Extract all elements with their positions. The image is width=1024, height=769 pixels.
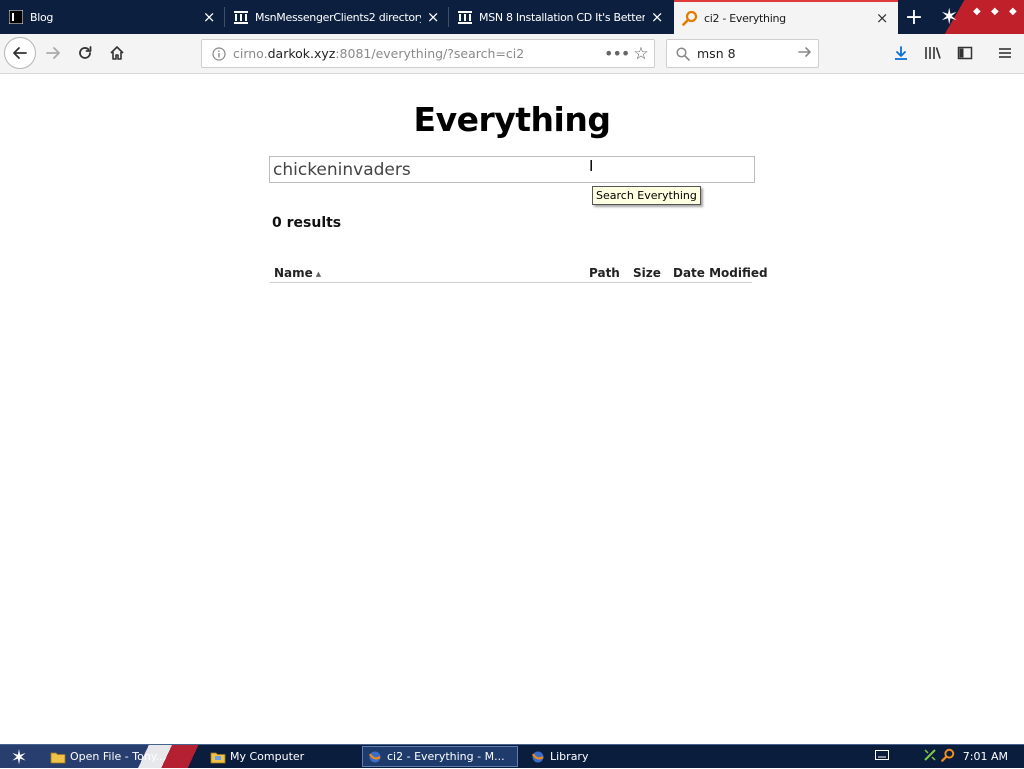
column-header-name[interactable]: Name ▲ <box>274 266 321 280</box>
download-arrow-icon <box>895 46 907 60</box>
reload-button[interactable] <box>70 38 100 68</box>
site-info-icon[interactable] <box>208 46 230 61</box>
firefox-icon <box>369 751 381 762</box>
sidebar-icon <box>957 46 973 60</box>
tab-label: ci2 - Everything <box>704 11 786 25</box>
network-tray-icon[interactable] <box>923 748 937 765</box>
taskbar-item-label: My Computer <box>230 750 305 763</box>
address-bar[interactable]: cirno.darkok.xyz:8081/everything/?search… <box>201 39 655 68</box>
blog-favicon-icon <box>8 9 24 25</box>
search-input[interactable] <box>269 156 755 183</box>
pin-icon: ◆ <box>1009 6 1017 17</box>
navigation-toolbar: cirno.darkok.xyz:8081/everything/?search… <box>0 34 1024 74</box>
clock[interactable]: 7:01 AM <box>963 750 1008 763</box>
column-header-date-modified[interactable]: Date Modified <box>673 266 768 280</box>
reload-icon <box>79 46 92 59</box>
url-host: darkok.xyz <box>267 46 336 61</box>
search-bar[interactable]: msn 8 <box>666 39 819 68</box>
library-icon <box>925 47 941 59</box>
folder-icon <box>50 752 66 763</box>
taskbar-item-open-file[interactable]: Open File - Tony... <box>46 746 196 767</box>
library-button[interactable] <box>918 38 948 68</box>
tab-blog[interactable]: Blog × <box>0 0 225 34</box>
my-computer-icon <box>210 752 226 763</box>
tab-label: MsnMessengerClients2 directory listing <box>255 10 421 24</box>
sidebar-toggle-button[interactable] <box>950 38 980 68</box>
close-tab-icon[interactable]: × <box>425 9 441 25</box>
bookmark-star-icon[interactable]: ☆ <box>628 44 654 64</box>
taskbar-item-label: ci2 - Everything - M... <box>387 750 505 763</box>
system-tray: 7:01 AM <box>874 745 1024 768</box>
tab-msn-messenger-clients[interactable]: MsnMessengerClients2 directory listing × <box>225 0 449 34</box>
start-button[interactable]: ✶ <box>4 745 34 769</box>
search-go-arrow-icon[interactable] <box>792 44 818 63</box>
taskbar-item-label: Library <box>550 750 589 763</box>
taskbar: ✶ Open File - Tony... My Computer ci2 - … <box>0 744 1024 769</box>
forward-arrow-icon <box>46 47 60 59</box>
downloads-button[interactable] <box>886 38 916 68</box>
menu-button[interactable] <box>990 38 1020 68</box>
results-table-header: Name ▲ Path Size Date Modified <box>270 263 768 283</box>
taskbar-item-label: Open File - Tony... <box>70 750 167 763</box>
text-cursor-icon: I <box>589 157 594 175</box>
tab-label: Blog <box>30 10 54 24</box>
search-icon <box>671 46 695 61</box>
everything-search-icon <box>682 10 698 26</box>
page-content: Everything I Search Everything 0 results… <box>0 74 1024 744</box>
search-bar-value[interactable]: msn 8 <box>697 46 792 61</box>
home-icon <box>110 46 124 60</box>
tab-label: MSN 8 Installation CD It's Better With M… <box>479 10 645 24</box>
close-tab-icon[interactable]: × <box>874 10 890 26</box>
archive-org-icon <box>457 9 473 25</box>
back-arrow-icon <box>13 47 27 59</box>
page-title: Everything <box>413 100 611 139</box>
hamburger-menu-icon <box>999 48 1011 58</box>
close-tab-icon[interactable]: × <box>201 9 217 25</box>
taskbar-item-library[interactable]: Library <box>526 746 676 767</box>
back-button[interactable] <box>4 37 36 69</box>
star-icon: ✶ <box>940 5 959 30</box>
search-tooltip: Search Everything <box>592 186 701 205</box>
new-tab-button[interactable]: + <box>900 0 928 34</box>
pin-icon: ◆ <box>973 6 981 17</box>
home-button[interactable] <box>102 38 132 68</box>
archive-org-icon <box>233 9 249 25</box>
tab-strip: Blog × MsnMessengerClients2 directory li… <box>0 0 1024 34</box>
everything-tray-icon[interactable] <box>940 748 955 765</box>
column-header-label: Name <box>274 266 313 280</box>
close-tab-icon[interactable]: × <box>649 9 665 25</box>
url-text[interactable]: cirno.darkok.xyz:8081/everything/?search… <box>233 46 604 61</box>
keyboard-icon[interactable] <box>874 750 889 763</box>
results-count: 0 results <box>272 215 342 231</box>
tab-msn-8-installation-cd[interactable]: MSN 8 Installation CD It's Better With M… <box>449 0 673 34</box>
taskbar-item-firefox[interactable]: ci2 - Everything - M... <box>362 746 518 767</box>
forward-button[interactable] <box>38 38 68 68</box>
url-path: :8081/everything/?search=ci2 <box>335 46 525 61</box>
url-subdomain: cirno. <box>233 46 268 61</box>
column-header-path[interactable]: Path <box>589 266 620 280</box>
column-header-size[interactable]: Size <box>633 266 661 280</box>
page-actions-icon[interactable]: ••• <box>604 44 630 63</box>
tab-ci2-everything[interactable]: ci2 - Everything × <box>674 0 898 34</box>
library-icon <box>532 751 544 762</box>
taskbar-item-my-computer[interactable]: My Computer <box>206 746 356 767</box>
sort-ascending-icon: ▲ <box>315 270 322 278</box>
pin-icon: ◆ <box>991 6 999 17</box>
